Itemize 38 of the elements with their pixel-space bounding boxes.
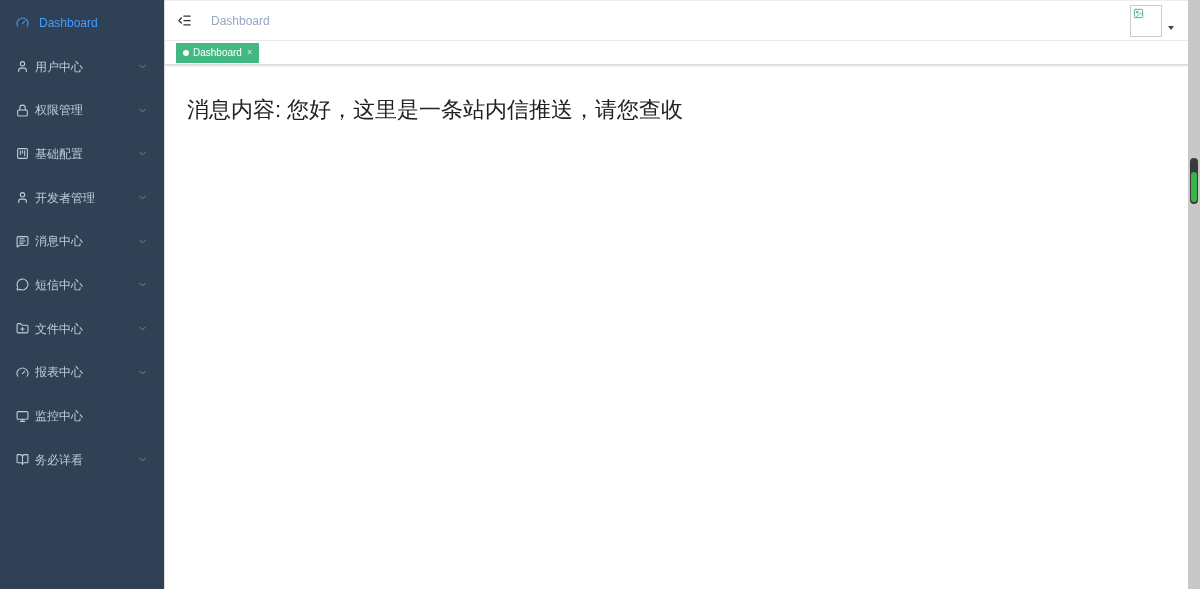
panel-icon: [16, 147, 29, 161]
sidebar-label: 务必详看: [35, 451, 83, 469]
lock-icon: [16, 103, 29, 117]
chat-icon: [16, 278, 29, 292]
sidebar-label: 监控中心: [35, 408, 83, 426]
sidebar-label: 用户中心: [35, 58, 83, 76]
gauge-icon: [16, 365, 29, 379]
sidebar-label: 权限管理: [35, 102, 83, 120]
sidebar-item[interactable]: 用户中心: [0, 44, 164, 89]
sidebar-label: 文件中心: [35, 320, 83, 338]
sidebar-label: 短信中心: [35, 276, 83, 294]
monitor-icon: [16, 409, 29, 423]
user-icon: [16, 60, 29, 74]
message-icon: [16, 234, 29, 248]
folder-icon: [16, 322, 29, 336]
dropdown-icon[interactable]: [1168, 25, 1174, 30]
sidebar-item[interactable]: 短信中心: [0, 263, 164, 307]
sidebar-item[interactable]: 监控中心: [0, 394, 164, 438]
sidebar-item[interactable]: 基础配置: [0, 132, 164, 176]
message-text: 消息内容: 您好，这里是一条站内信推送，请您查收: [187, 96, 685, 124]
sidebar-item[interactable]: 务必详看: [0, 437, 164, 482]
sidebar-label: 报表中心: [35, 364, 83, 382]
sidebar-item[interactable]: 开发者管理: [0, 175, 164, 220]
sidebar-item[interactable]: 权限管理: [0, 88, 164, 133]
sidebar-item[interactable]: 报表中心: [0, 350, 164, 395]
menu-icon[interactable]: [177, 13, 192, 28]
book-icon: [16, 453, 29, 467]
sidebar-item[interactable]: Dashboard: [0, 1, 164, 45]
sidebar-item[interactable]: 消息中心: [0, 219, 164, 264]
image-icon: [1133, 7, 1144, 19]
sidebar-item[interactable]: 文件中心: [0, 306, 164, 351]
sidebar-label: 开发者管理: [35, 189, 95, 207]
user-icon: [16, 191, 29, 205]
gauge-icon: [16, 16, 29, 30]
tab-label: Dashboard: [193, 46, 242, 60]
sidebar-label: 基础配置: [35, 145, 83, 163]
sidebar-label: 消息中心: [35, 233, 83, 251]
sidebar-label: Dashboard: [39, 14, 98, 32]
